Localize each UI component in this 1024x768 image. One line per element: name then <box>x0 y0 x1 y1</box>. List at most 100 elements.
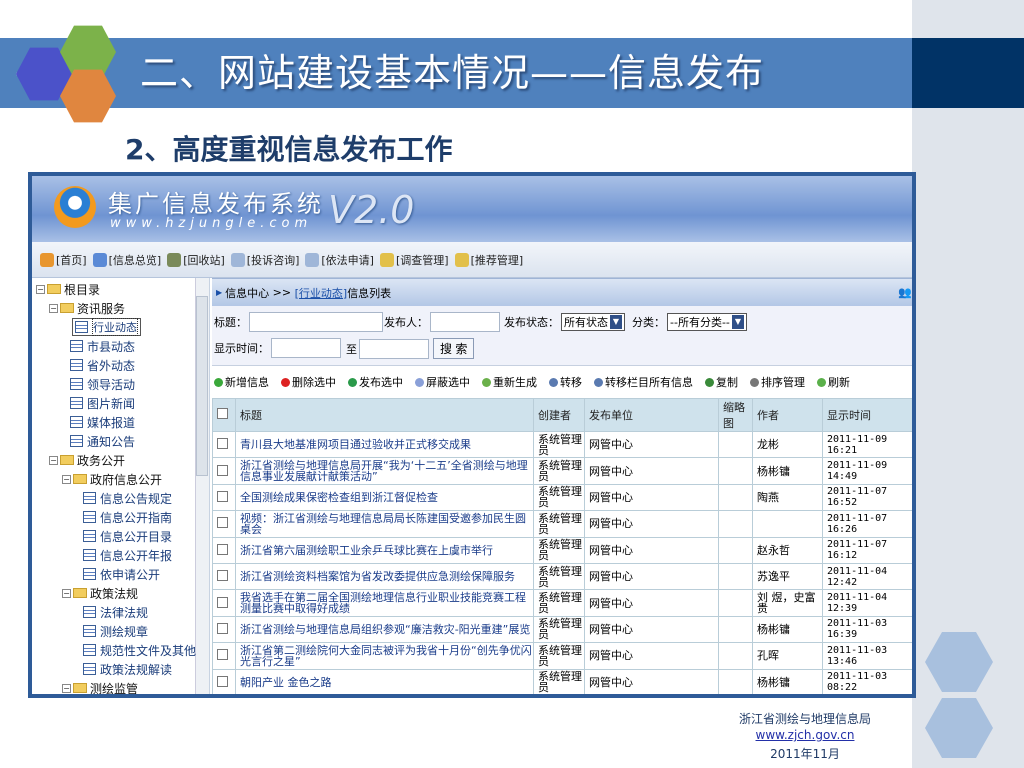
column-header[interactable]: 显示时间 <box>822 398 912 432</box>
collapse-icon[interactable]: − <box>49 455 58 465</box>
title-cell[interactable]: 视频：浙江省测绘与地理信息局局长陈建国受邀参加民生圆桌会 <box>235 510 534 538</box>
tree-node[interactable]: 信息公告规定 <box>83 489 172 507</box>
time-to-input[interactable] <box>359 338 429 359</box>
table-row[interactable]: 朝阳产业 金色之路 系统管理员 网管中心 杨彬镛 2011-11-03 08:22 <box>212 668 912 694</box>
action-5-button[interactable]: 重新生成 <box>482 374 543 390</box>
collapse-icon[interactable]: − <box>62 683 71 693</box>
table-row[interactable]: 浙江省第二测绘院何大金同志被评为我省十月份“创先争优闪光言行之星” 系统管理员 网管… <box>212 642 912 670</box>
unit-cell: 网管中心 <box>584 642 719 670</box>
action-10-button[interactable]: 刷新 <box>817 374 856 390</box>
status-select[interactable]: 所有状态 ▼ <box>561 313 625 331</box>
title-cell[interactable]: 朝阳产业 金色之路 <box>235 668 534 694</box>
tree-node[interactable]: − 政务公开 <box>49 451 125 469</box>
toolbar-item[interactable]: [依法申请] <box>305 252 374 268</box>
toolbar-item[interactable]: [推荐管理] <box>454 252 523 268</box>
column-header[interactable]: 发布单位 <box>584 398 719 432</box>
tree-scrollbar[interactable] <box>195 278 209 694</box>
tree-node[interactable]: 信息公开年报 <box>83 546 172 564</box>
tree-node[interactable]: 通知公告 <box>70 432 135 450</box>
collapse-icon[interactable]: − <box>62 588 71 598</box>
toolbar-item[interactable]: [回收站] <box>167 252 225 268</box>
collapse-icon[interactable]: − <box>62 474 71 484</box>
title-cell[interactable]: 我省选手在第二届全国测绘地理信息行业职业技能竞赛工程测量比赛中取得好成绩 <box>235 589 534 617</box>
toolbar-item[interactable]: [投诉咨询] <box>230 252 299 268</box>
row-checkbox[interactable] <box>217 543 228 555</box>
row-checkbox[interactable] <box>217 517 228 529</box>
tree-node-label: 信息公告规定 <box>100 491 173 506</box>
tree-node[interactable]: 市县动态 <box>70 337 135 355</box>
collapse-icon[interactable]: − <box>36 284 45 294</box>
table-row[interactable]: 全国测绘成果保密检查组到浙江督促检查 系统管理员 网管中心 陶燕 2011-11-07 … <box>212 483 912 512</box>
tree-node[interactable]: − 根目录 <box>36 280 100 298</box>
tree-node[interactable]: 媒体报道 <box>70 413 135 431</box>
title-cell[interactable]: 浙江省测绘资料档案馆为省发改委提供应急测绘保障服务 <box>235 562 534 591</box>
column-header[interactable]: 标题 <box>235 398 534 432</box>
tree-node[interactable]: 图片新闻 <box>70 394 135 412</box>
tree-node[interactable]: 行业动态 <box>72 318 141 336</box>
toolbar-item[interactable]: [信息总览] <box>92 252 161 268</box>
title-cell[interactable]: 浙江省第二测绘院何大金同志被评为我省十月份“创先争优闪光言行之星” <box>235 642 534 670</box>
column-header[interactable]: 创建者 <box>533 398 585 432</box>
title-cell[interactable]: 青川县大地基准网项目通过验收并正式移交成果 <box>235 430 534 459</box>
action-9-button[interactable]: 排序管理 <box>750 374 811 390</box>
row-checkbox[interactable] <box>217 596 228 608</box>
action-3-button[interactable]: 发布选中 <box>348 374 409 390</box>
footer-url[interactable]: www.zjch.gov.cn <box>756 728 855 742</box>
publisher-input[interactable] <box>430 312 500 332</box>
title-cell[interactable]: 浙江省第六届测绘职工业余乒乓球比赛在上虞市举行 <box>235 536 534 564</box>
tree-node[interactable]: 省外动态 <box>70 356 135 374</box>
action-6-button[interactable]: 转移 <box>549 374 588 390</box>
action-2-button[interactable]: 删除选中 <box>281 374 342 390</box>
row-checkbox[interactable] <box>217 649 228 661</box>
tree-node-label: 资讯服务 <box>77 301 126 316</box>
collapse-icon[interactable]: − <box>49 303 58 313</box>
table-row[interactable]: 浙江省测绘资料档案馆为省发改委提供应急测绘保障服务 系统管理员 网管中心 苏逸平 201… <box>212 562 912 591</box>
breadcrumb-root[interactable]: 信息中心 <box>225 285 269 301</box>
title-cell[interactable]: 浙江省测绘与地理信息局组织参观“廉洁救灾-阳光重建”展览 <box>235 615 534 644</box>
table-row[interactable]: 青川县大地基准网项目通过验收并正式移交成果 系统管理员 网管中心 龙彬 2011-11-… <box>212 430 912 459</box>
search-button[interactable]: 搜 索 <box>433 338 475 359</box>
action-1-button[interactable]: 新增信息 <box>214 374 275 390</box>
tree-node[interactable]: 信息公开目录 <box>83 527 172 545</box>
breadcrumb-current[interactable]: [行业动态] <box>295 285 348 301</box>
toolbar-item[interactable]: [首页] <box>40 252 87 268</box>
row-checkbox[interactable] <box>217 675 228 687</box>
row-checkbox[interactable] <box>217 622 228 634</box>
tree-node[interactable]: 依申请公开 <box>83 565 160 583</box>
table-row[interactable]: 视频：浙江省测绘与地理信息局局长陈建国受邀参加民生圆桌会 系统管理员 网管中心 201… <box>212 510 912 538</box>
action-4-button[interactable]: 屏蔽选中 <box>415 374 476 390</box>
author-cell: 赵永哲 <box>752 536 823 564</box>
tree-node[interactable]: 领导活动 <box>70 375 135 393</box>
table-row[interactable]: 浙江省第六届测绘职工业余乒乓球比赛在上虞市举行 系统管理员 网管中心 赵永哲 2011-… <box>212 536 912 564</box>
category-select[interactable]: --所有分类-- ▼ <box>667 313 747 331</box>
table-row[interactable]: 浙江省测绘与地理信息局开展“我为‘十二五’全省测绘与地理信息事业发展献计献策活动… <box>212 457 912 485</box>
tree-node[interactable]: 信息公开指南 <box>83 508 172 526</box>
table-row[interactable]: 浙江省测绘与地理信息局组织参观“廉洁救灾-阳光重建”展览 系统管理员 网管中心 杨彬镛… <box>212 615 912 644</box>
tree-node[interactable]: − 测绘监管 <box>62 679 138 694</box>
title-input[interactable] <box>249 312 383 332</box>
tree-node[interactable]: − 政策法规 <box>62 584 138 602</box>
row-checkbox[interactable] <box>217 570 228 582</box>
row-checkbox[interactable] <box>217 438 228 450</box>
users-icon[interactable]: 👥 <box>898 286 912 299</box>
action-8-button[interactable]: 复制 <box>705 374 744 390</box>
time-cell: 2011-11-04 12:42 <box>822 562 912 591</box>
time-from-input[interactable] <box>271 338 341 358</box>
action-7-button[interactable]: 转移栏目所有信息 <box>594 374 699 390</box>
scrollbar-thumb[interactable] <box>196 296 208 476</box>
title-cell[interactable]: 浙江省测绘与地理信息局开展“我为‘十二五’全省测绘与地理信息事业发展献计献策活动… <box>235 457 534 485</box>
row-checkbox[interactable] <box>217 464 228 476</box>
column-header[interactable]: 缩略图 <box>718 398 753 432</box>
table-row[interactable]: 我省选手在第二届全国测绘地理信息行业职业技能竞赛工程测量比赛中取得好成绩 系统管理… <box>212 589 912 617</box>
tree-node[interactable]: − 资讯服务 <box>49 299 125 317</box>
tree-node[interactable]: 测绘规章 <box>83 622 148 640</box>
tree-node[interactable]: 规范性文件及其他 <box>83 641 196 659</box>
row-checkbox[interactable] <box>217 490 228 502</box>
tree-node[interactable]: 法律法规 <box>83 603 148 621</box>
toolbar-item[interactable]: [调查管理] <box>379 252 449 268</box>
title-cell[interactable]: 全国测绘成果保密检查组到浙江督促检查 <box>235 483 534 512</box>
tree-node[interactable]: − 政府信息公开 <box>62 470 162 488</box>
tree-node[interactable]: 政策法规解读 <box>83 660 172 678</box>
select-all-checkbox[interactable] <box>217 408 228 419</box>
column-header[interactable]: 作者 <box>752 398 823 432</box>
